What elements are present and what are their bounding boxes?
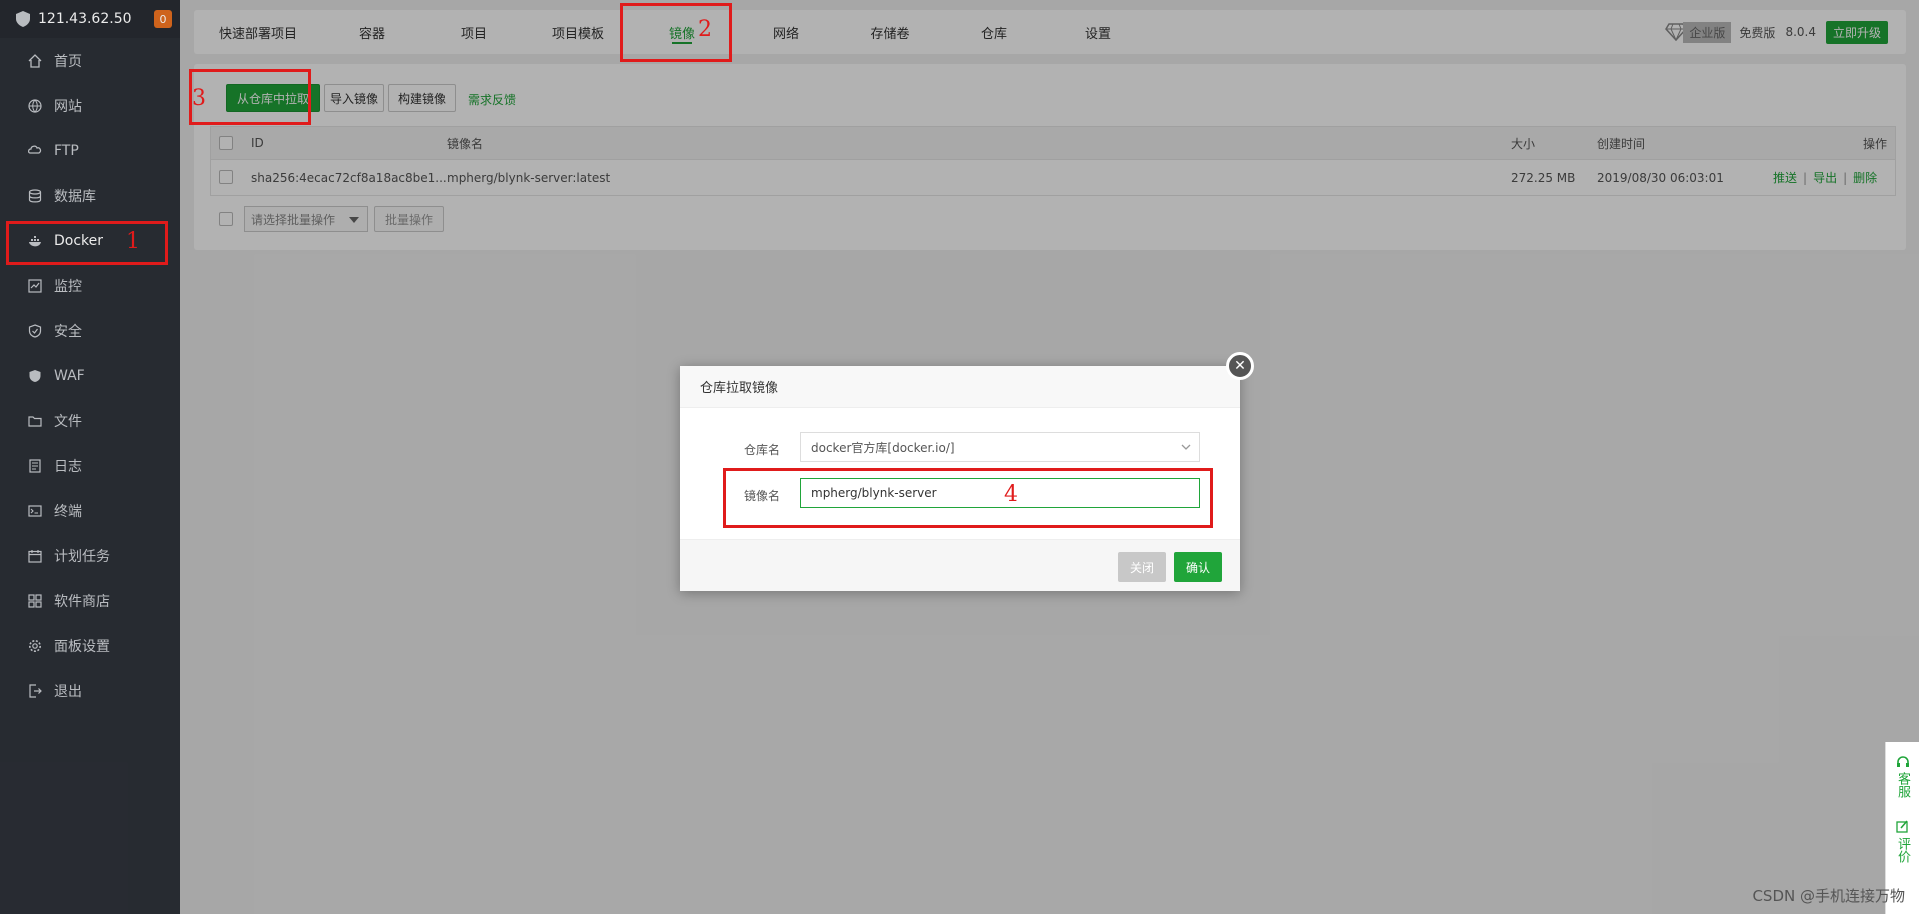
dialog-footer: 关闭 确认 xyxy=(680,539,1240,591)
annotation-number-2: 2 xyxy=(698,17,712,42)
chevron-down-icon xyxy=(1181,444,1191,450)
headset-icon xyxy=(1896,756,1909,767)
annotation-number-1: 1 xyxy=(126,229,140,254)
confirm-button[interactable]: 确认 xyxy=(1174,552,1222,582)
annotation-number-4: 4 xyxy=(1004,482,1018,507)
annotation-box-images-tab xyxy=(620,3,732,62)
edit-icon xyxy=(1896,820,1908,833)
repo-select[interactable]: docker官方库[docker.io/] xyxy=(800,432,1200,462)
close-icon[interactable]: ✕ xyxy=(1226,352,1254,380)
dialog-title: 仓库拉取镜像 xyxy=(680,366,1240,408)
repo-label: 仓库名 xyxy=(743,443,780,457)
sidebar-dim xyxy=(0,0,180,914)
annotation-box-docker xyxy=(6,221,168,265)
close-button[interactable]: 关闭 xyxy=(1118,552,1166,582)
annotation-number-3: 3 xyxy=(192,86,206,111)
review-button[interactable]: 评价 xyxy=(1895,820,1910,863)
customer-service-button[interactable]: 客服 xyxy=(1895,756,1910,798)
annotation-box-image-input xyxy=(723,468,1213,528)
watermark: CSDN @手机连接万物 xyxy=(1752,887,1905,905)
annotation-box-pull-button xyxy=(189,69,311,125)
